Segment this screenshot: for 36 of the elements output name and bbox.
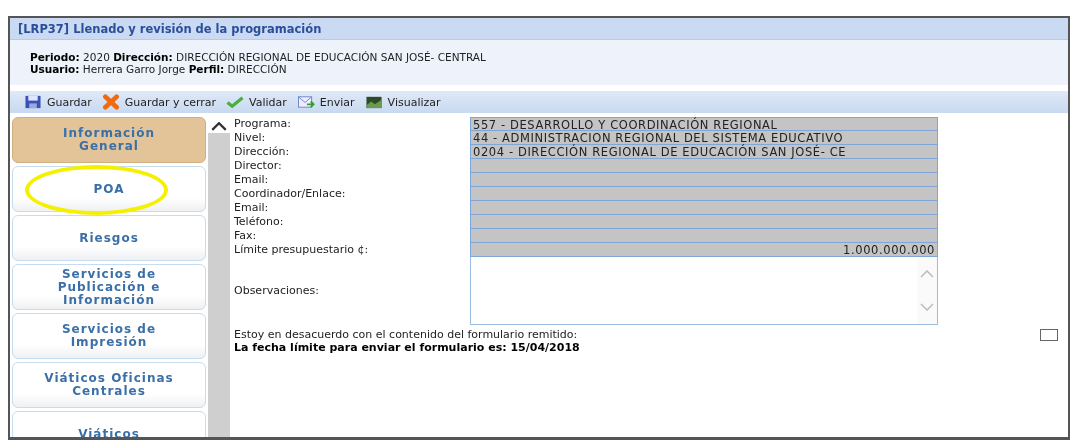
field-label: Dirección: xyxy=(234,145,291,159)
toolbar-button[interactable]: Validar xyxy=(222,92,291,112)
toolbar-button[interactable]: Visualizar xyxy=(360,92,445,112)
toolbar-button[interactable]: Guardar y cerrar xyxy=(97,92,221,112)
field-label: Email: xyxy=(234,201,270,215)
sidebar-tab[interactable]: Servicios de Publicación e Información xyxy=(12,264,206,310)
field-label: Observaciones: xyxy=(234,284,320,298)
observations-field[interactable] xyxy=(470,257,938,325)
sidebar-tab[interactable]: Viáticos Oficinas Centrales xyxy=(12,362,206,408)
window-title: [LRP37] Llenado y revisión de la programación xyxy=(18,21,322,36)
toolbar-button[interactable]: Enviar xyxy=(292,92,359,112)
sidebar-tab[interactable]: Viáticos xyxy=(12,411,206,437)
image-icon xyxy=(364,94,383,110)
scroll-down-icon[interactable] xyxy=(920,303,934,312)
field-label: Nivel: xyxy=(234,131,267,145)
cross-icon xyxy=(101,94,120,110)
checkbox-label: Estoy en desacuerdo con el contenido del formulario remitido: xyxy=(234,328,578,341)
field-label: Programa: xyxy=(234,117,292,131)
check-icon xyxy=(226,94,245,110)
scroll-up-icon[interactable] xyxy=(211,122,227,131)
header-info-text: Periodo: 2020 Dirección: DIRECCIÓN REGIONAL DE EDUCACIÓN SAN JOSÉ- CENTRAL xyxy=(30,51,487,63)
deadline-text: La fecha límite para enviar el formulario es: 15/04/2018 xyxy=(234,341,581,354)
field-label: Teléfono: xyxy=(234,215,285,229)
sidebar-tab[interactable]: POA xyxy=(12,166,206,212)
field-label: Email: xyxy=(234,173,270,187)
toolbar-button[interactable]: Guardar xyxy=(20,92,96,112)
field-label: Fax: xyxy=(234,229,258,243)
scrollbar[interactable] xyxy=(208,119,230,437)
sidebar-tab[interactable]: Riesgos xyxy=(12,215,206,261)
checkbox[interactable] xyxy=(1040,328,1058,341)
field-label: Director: xyxy=(234,159,283,173)
field-label: Límite presupuestario ¢: xyxy=(234,243,370,257)
save-icon xyxy=(24,94,42,110)
sidebar-tab[interactable]: Servicios de Impresión xyxy=(12,313,206,359)
header-info-text: Usuario: Herrera Garro Jorge Perfil: DIRECCIÓN xyxy=(30,63,288,75)
field-label: Coordinador/Enlace: xyxy=(234,187,347,201)
